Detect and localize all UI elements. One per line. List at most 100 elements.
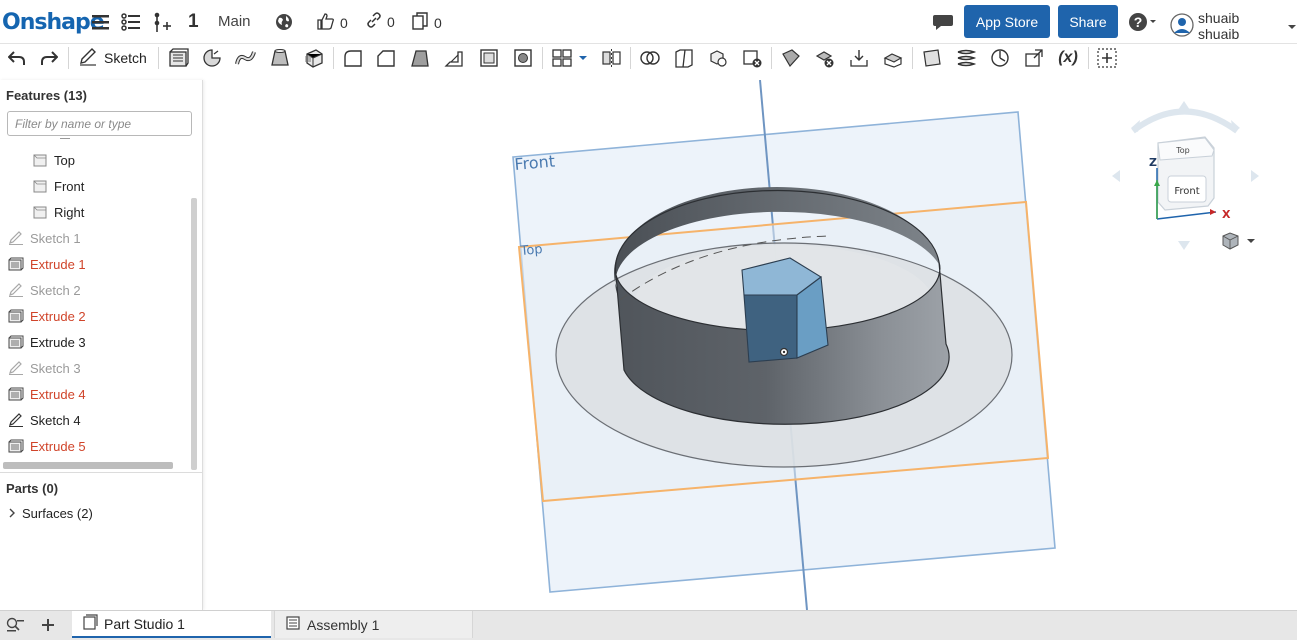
feature-item-sketch[interactable]: Sketch 1 [6, 226, 81, 250]
feature-item-extrude[interactable]: Extrude 2 [6, 304, 86, 328]
pattern-icon[interactable] [549, 46, 575, 70]
feature-label: Front [54, 178, 85, 194]
extrude-icon[interactable] [165, 46, 191, 70]
copies-count: 0 [434, 14, 442, 31]
revolve-icon[interactable] [199, 46, 225, 70]
feature-item-extrude[interactable]: Extrude 5 [6, 434, 86, 458]
feature-list-scrollbar[interactable] [191, 198, 197, 470]
view-up-arrow[interactable] [1178, 101, 1190, 110]
hamburger-menu-icon[interactable] [92, 10, 109, 34]
tab-label: Part Studio 1 [104, 615, 185, 632]
feature-list-hscrollbar[interactable] [3, 462, 173, 469]
boolean-icon[interactable] [637, 46, 663, 70]
rib-icon[interactable] [441, 46, 467, 70]
surfaces-group[interactable]: Surfaces (2) [8, 506, 93, 521]
fillet-icon[interactable] [340, 46, 366, 70]
feature-label: Extrude 1 [30, 256, 86, 272]
move-face-icon[interactable] [846, 46, 872, 70]
feature-item-extrude[interactable]: Extrude 4 [6, 382, 86, 406]
tab-manager-icon[interactable] [0, 611, 32, 638]
tab-part-studio-1[interactable]: Part Studio 1 [72, 611, 271, 638]
hole-icon[interactable] [510, 46, 536, 70]
globe-icon[interactable] [275, 10, 293, 34]
view-right-arrow[interactable] [1251, 170, 1259, 182]
shell-icon[interactable] [476, 46, 502, 70]
chevron-down-icon [1247, 239, 1255, 243]
toolbar-separator [333, 47, 334, 69]
undo-icon[interactable] [4, 46, 30, 70]
mate-connector-icon[interactable] [987, 46, 1013, 70]
extrude-icon [6, 257, 26, 271]
avatar [1170, 12, 1194, 40]
view-cube-rotate-arc[interactable] [1131, 108, 1239, 134]
user-menu[interactable]: shuaib shuaib [1170, 10, 1297, 42]
view-left-arrow[interactable] [1112, 170, 1120, 182]
modify-fillet-icon[interactable] [778, 46, 804, 70]
version-count: 1 [188, 11, 199, 32]
feature-label: Sketch 3 [30, 360, 81, 376]
plane-tool-icon[interactable] [919, 46, 945, 70]
sketch-icon [6, 361, 26, 375]
delete-part-icon[interactable] [739, 46, 765, 70]
divider [0, 472, 202, 473]
redo-icon[interactable] [36, 46, 62, 70]
prism-front-face[interactable] [743, 294, 798, 363]
replace-face-icon[interactable] [880, 46, 906, 70]
add-custom-feature-icon[interactable] [1094, 46, 1120, 70]
app-store-button[interactable]: App Store [964, 5, 1050, 38]
onshape-logo[interactable]: Onshape [2, 10, 105, 35]
graphics-area[interactable]: Front Top Top Front Z X [203, 80, 1297, 610]
toolbar-separator [771, 47, 772, 69]
extrude-icon [6, 309, 26, 323]
feature-filter-input[interactable] [7, 111, 192, 136]
extrude-icon [6, 439, 26, 453]
links-counter[interactable]: 0 [366, 12, 395, 31]
origin-point-center [782, 350, 786, 354]
version-graph-icon[interactable] [152, 10, 172, 34]
delete-face-icon[interactable] [812, 46, 838, 70]
feature-list-icon[interactable] [121, 10, 141, 34]
import-icon[interactable] [1021, 46, 1047, 70]
branch-name[interactable]: Main [218, 13, 251, 30]
view-cube-front-label: Front [1174, 186, 1199, 197]
likes-counter[interactable]: 0 [316, 12, 348, 33]
feature-item-sketch[interactable]: Sketch 2 [6, 278, 81, 302]
view-cube[interactable]: Top Front Z X [1112, 101, 1259, 250]
feature-item-sketch[interactable]: Sketch 4 [6, 408, 81, 432]
view-options-cube-icon[interactable] [1222, 232, 1255, 250]
comments-icon[interactable] [932, 10, 954, 34]
pattern-dropdown-icon[interactable] [575, 46, 591, 70]
mirror-icon[interactable] [598, 46, 624, 70]
draft-icon[interactable] [407, 46, 433, 70]
loft-icon[interactable] [267, 46, 293, 70]
split-icon[interactable] [671, 46, 697, 70]
feature-item-front-plane[interactable]: Front [30, 174, 84, 198]
front-plane-label: Front [514, 152, 556, 174]
sketch-label: Sketch [104, 50, 147, 66]
part-studio-icon [82, 614, 98, 633]
helix-icon[interactable] [953, 46, 979, 70]
help-icon[interactable]: ? [1128, 10, 1158, 34]
sketch-button[interactable]: Sketch [78, 46, 147, 70]
top-plane-label: Top [519, 242, 543, 259]
variable-icon[interactable]: (x) [1053, 46, 1083, 70]
sweep-icon[interactable] [233, 46, 259, 70]
add-tab-button[interactable] [34, 611, 66, 638]
feature-label: Extrude 3 [30, 334, 86, 350]
feature-item-top-plane[interactable]: Top [30, 148, 75, 172]
transform-icon[interactable] [705, 46, 731, 70]
feature-item-sketch[interactable]: Sketch 3 [6, 356, 81, 380]
toolbar-separator [912, 47, 913, 69]
feature-item-right-plane[interactable]: Right [30, 200, 84, 224]
thicken-icon[interactable] [301, 46, 327, 70]
view-down-arrow[interactable] [1178, 241, 1190, 250]
plane-icon [30, 180, 50, 193]
tab-assembly-1[interactable]: Assembly 1 [274, 611, 473, 638]
feature-item-extrude[interactable]: Extrude 3 [6, 330, 86, 354]
feature-label: Top [54, 152, 75, 168]
share-button[interactable]: Share [1058, 5, 1118, 38]
chamfer-icon[interactable] [373, 46, 399, 70]
view-cube-top-label: Top [1175, 146, 1190, 155]
feature-item-extrude[interactable]: Extrude 1 [6, 252, 86, 276]
copies-counter[interactable]: 0 [412, 12, 442, 33]
